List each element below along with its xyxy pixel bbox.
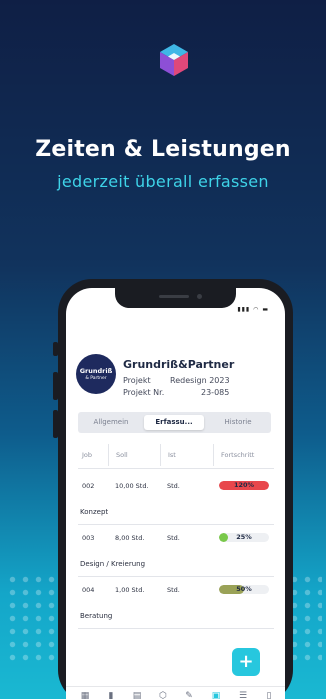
status-icons: ▮▮▮ ◠ ▬ xyxy=(237,306,269,313)
col-soll: Soll xyxy=(116,451,128,459)
company-name: Grundriß&Partner xyxy=(123,358,235,371)
headline: Zeiten & Leistungen xyxy=(35,137,291,162)
divider xyxy=(160,444,161,466)
calendar-grid-icon[interactable]: ▦ xyxy=(78,690,92,699)
row-soll: 8,00 Std. xyxy=(115,534,145,542)
project-label: Projekt xyxy=(123,376,151,385)
progress-label: 25% xyxy=(236,533,252,541)
row-description: Design / Kreierung xyxy=(80,560,146,568)
phone-notch xyxy=(115,288,236,308)
row-ist[interactable]: Std. xyxy=(167,534,180,542)
row-job: 004 xyxy=(82,586,95,594)
add-entry-button[interactable]: + xyxy=(232,648,260,676)
calendar-icon[interactable]: ▤ xyxy=(130,690,144,699)
row-soll: 1,00 Std. xyxy=(115,586,145,594)
divider xyxy=(78,576,274,577)
project-nr-value: 23-085 xyxy=(201,388,230,397)
row-description: Konzept xyxy=(80,508,109,516)
divider xyxy=(78,524,274,525)
company-logo: Grundriß & Partner xyxy=(76,354,116,394)
cube-icon[interactable]: ⬡ xyxy=(156,690,170,699)
project-nr-row: Projekt Nr. 23-085 xyxy=(123,388,229,397)
row-job: 002 xyxy=(82,482,95,490)
phone-screen: ▮▮▮ ◠ ▬ Grundriß & Partner Grundriß&Part… xyxy=(66,288,285,699)
briefcase-icon[interactable]: ▣ xyxy=(209,690,223,699)
subline: jederzeit überall erfassen xyxy=(57,172,269,191)
document-icon[interactable]: ▯ xyxy=(262,690,276,699)
divider xyxy=(108,444,109,466)
row-job: 003 xyxy=(82,534,95,542)
list-icon[interactable]: ☰ xyxy=(236,690,250,699)
company-logo-line2: & Partner xyxy=(85,376,107,381)
wifi-icon: ◠ xyxy=(253,306,260,313)
col-fortschritt: Fortschritt xyxy=(221,451,255,459)
project-nr-label: Projekt Nr. xyxy=(123,388,165,397)
decor-dots-left xyxy=(6,573,66,663)
signal-icon: ▮▮▮ xyxy=(237,306,251,313)
col-job: Job xyxy=(82,451,93,459)
tab-erfassung[interactable]: Erfassu... xyxy=(144,415,204,430)
tab-allgemein[interactable]: Allgemein xyxy=(81,415,141,430)
row-description: Beratung xyxy=(80,612,113,620)
col-ist: Ist xyxy=(168,451,176,459)
project-value: Redesign 2023 xyxy=(170,376,230,385)
progress-bar: 120% xyxy=(219,481,269,490)
pencil-icon[interactable]: ✎ xyxy=(182,690,196,699)
project-row: Projekt Redesign 2023 xyxy=(123,376,230,385)
progress-label: 120% xyxy=(233,481,255,489)
progress-bar: 50% xyxy=(219,585,269,594)
row-ist[interactable]: Std. xyxy=(167,586,180,594)
row-soll: 10,00 Std. xyxy=(115,482,149,490)
tab-historie[interactable]: Historie xyxy=(208,415,268,430)
company-logo-line1: Grundriß xyxy=(79,367,113,375)
row-ist[interactable]: Std. xyxy=(167,482,180,490)
bar-chart-icon[interactable]: ▮ xyxy=(104,690,118,699)
divider xyxy=(213,444,214,466)
camera xyxy=(197,294,202,299)
progress-label: 50% xyxy=(236,585,252,593)
battery-icon: ▬ xyxy=(262,306,269,313)
speaker xyxy=(159,295,189,298)
tab-bar: Allgemein Erfassu... Historie xyxy=(78,412,271,433)
divider xyxy=(78,468,274,469)
app-logo-icon xyxy=(160,44,188,76)
progress-bar: 25% xyxy=(219,533,269,542)
bottom-nav: ▦ ▮ ▤ ⬡ ✎ ▣ ☰ ▯ xyxy=(66,686,285,699)
divider xyxy=(78,628,274,629)
